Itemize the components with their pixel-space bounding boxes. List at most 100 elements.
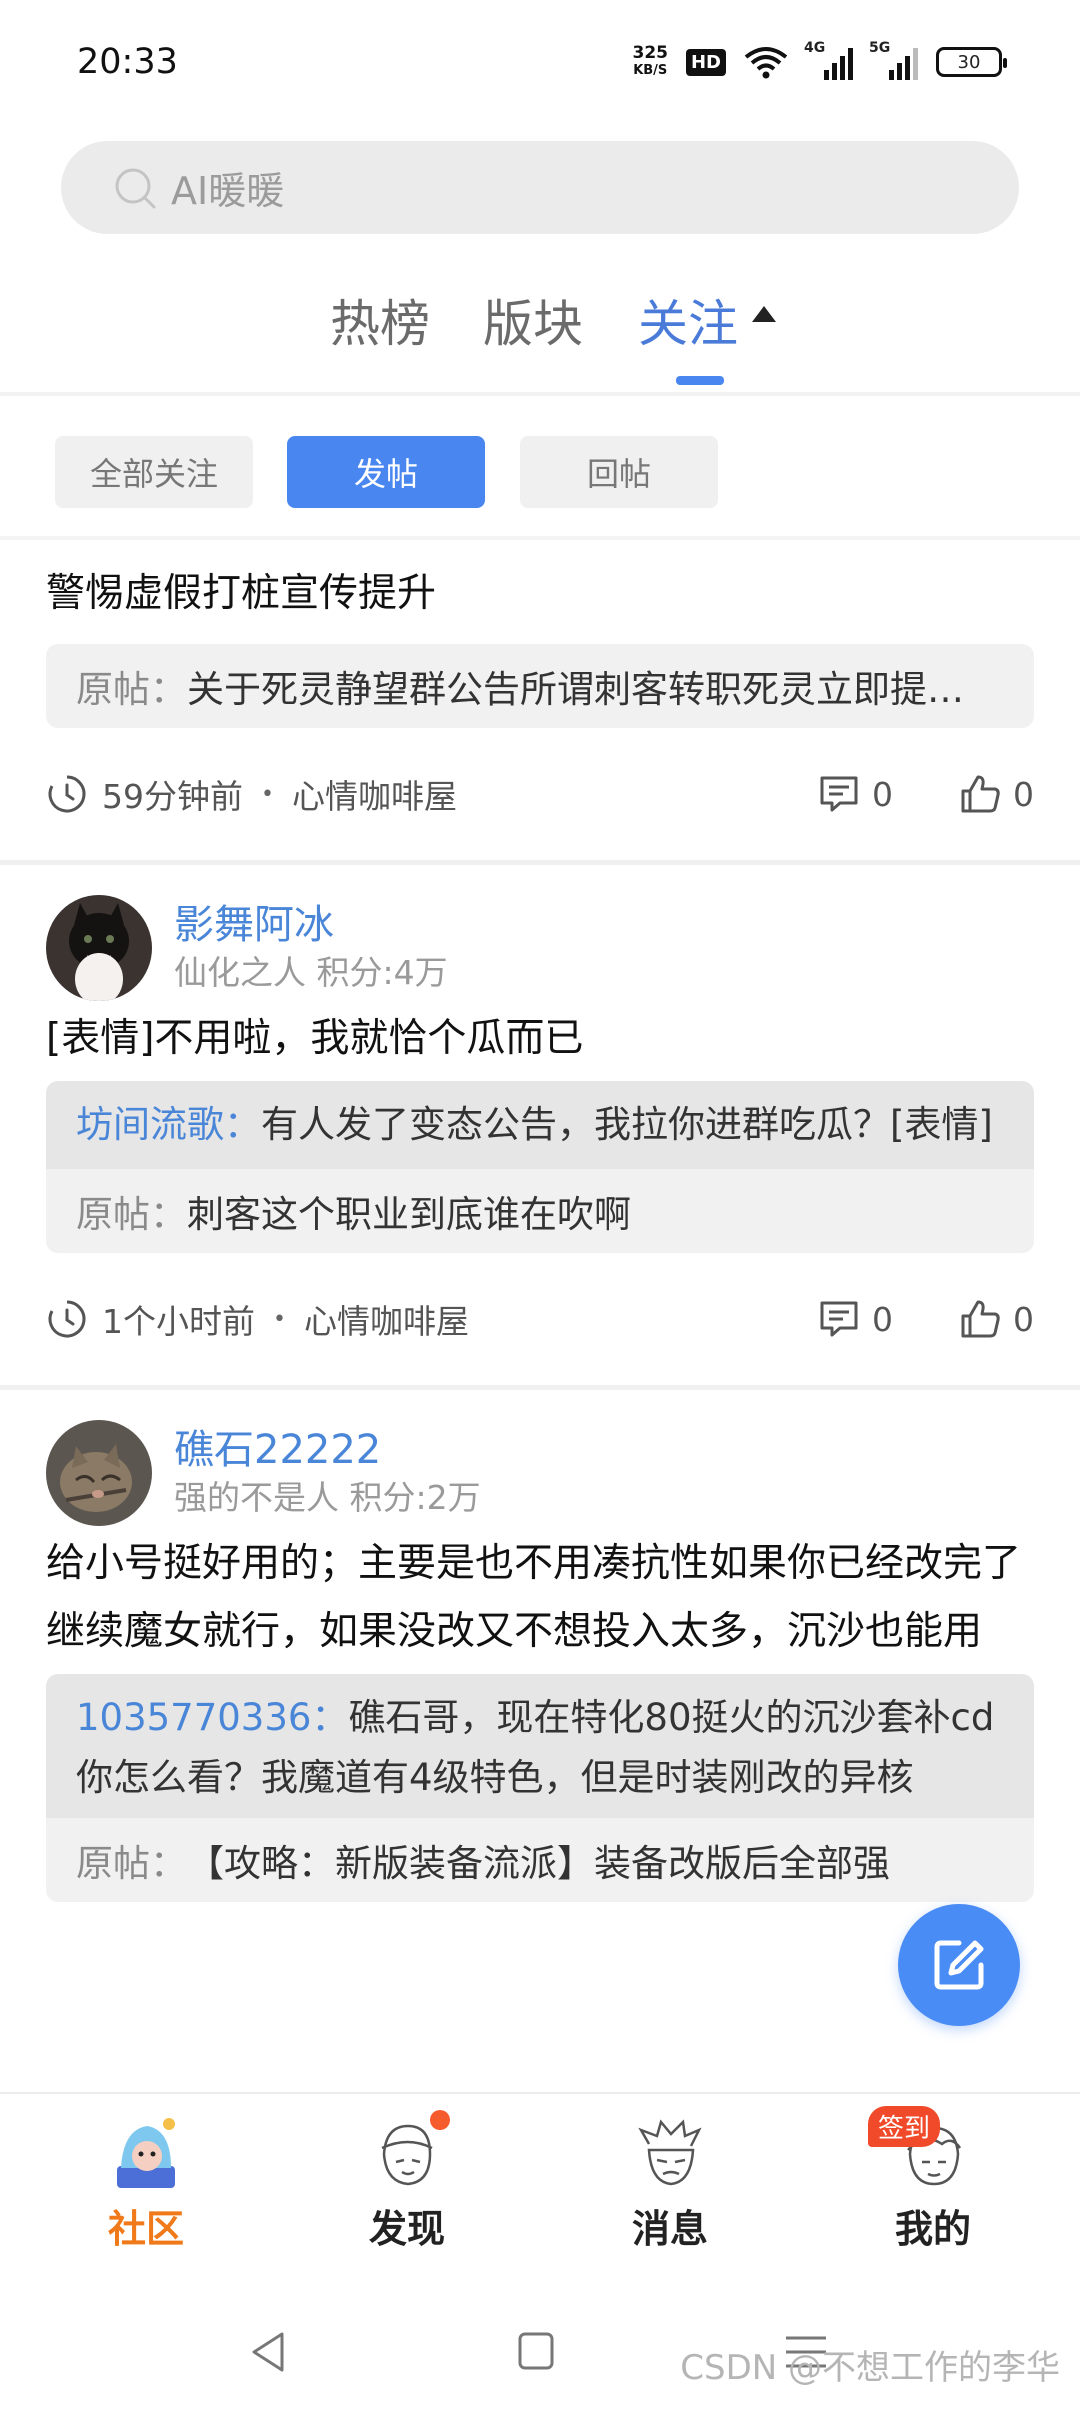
post-time: 1个小时前 [102, 1302, 255, 1341]
original-post-prefix: 原帖： [76, 1193, 187, 1236]
original-post-prefix: 原帖： [76, 668, 187, 711]
original-post-prefix: 原帖： [76, 1842, 187, 1885]
wifi-icon [744, 47, 788, 79]
clock-icon [48, 1300, 86, 1338]
author-info: 影舞阿冰 仙化之人 积分:4万 [174, 900, 448, 996]
original-post-title: 关于死灵静望群公告所谓刺客转职死灵立即提… [187, 668, 964, 711]
comment-count: 0 [872, 774, 893, 814]
system-nav-bar: CSDN @不想工作的李华 [0, 2282, 1080, 2414]
notification-dot [430, 2110, 450, 2130]
feed-post[interactable]: 警惕虚假打桩宣传提升 原帖： 关于死灵静望群公告所谓刺客转职死灵立即提… 59分… [0, 544, 1080, 860]
quoted-reply-author[interactable]: 1035770336： [76, 1696, 348, 1739]
battery-level: 30 [957, 51, 981, 73]
post-text: [表情]不用啦，我就恰个瓜而已 [46, 1016, 584, 1061]
quoted-reply-text: 有人发了变态公告，我拉你进群吃瓜？[表情] [261, 1103, 993, 1146]
like-count: 0 [1013, 774, 1034, 814]
signal-5g-icon: 5G [869, 40, 918, 80]
nav-me[interactable]: 签到 我的 [853, 2106, 1013, 2253]
post-board[interactable]: 心情咖啡屋 [304, 1295, 469, 1343]
author-meta: 仙化之人 积分:4万 [174, 953, 448, 992]
home-icon[interactable] [506, 2322, 566, 2382]
nav-label: 社区 [107, 2207, 184, 2251]
sign-in-badge[interactable]: 签到 [868, 2106, 941, 2147]
original-post-title: 【攻略：新版装备流派】装备改版后全部强 [187, 1842, 890, 1885]
tab-boards[interactable]: 版块 [483, 284, 583, 356]
separator-dot: • [261, 781, 274, 807]
quoted-reply-author[interactable]: 坊间流歌： [76, 1103, 261, 1146]
original-post-title: 刺客这个职业到底谁在吹啊 [187, 1193, 631, 1236]
nav-community[interactable]: 社区 [66, 2114, 226, 2253]
post-meta: 59分钟前 • 心情咖啡屋 0 0 [46, 728, 1034, 860]
compose-button[interactable] [898, 1904, 1020, 2026]
post-actions: 0 0 [818, 728, 1034, 860]
net-speed-unit: KB/S [633, 63, 668, 78]
tab-following[interactable]: 关注 [638, 284, 738, 356]
author-meta: 强的不是人 积分:2万 [174, 1478, 481, 1517]
messages-icon [631, 2114, 709, 2192]
quote-box[interactable]: 原帖： 关于死灵静望群公告所谓刺客转职死灵立即提… [46, 644, 1034, 728]
nav-label: 发现 [368, 2207, 445, 2251]
like-count: 0 [1013, 1299, 1034, 1339]
author-name[interactable]: 礁石22222 [174, 1425, 481, 1475]
filter-posts[interactable]: 发帖 [287, 436, 485, 508]
post-time: 59分钟前 [102, 777, 243, 816]
post-text: 警惕虚假打桩宣传提升 [46, 571, 437, 616]
post-meta: 1个小时前 • 心情咖啡屋 0 0 [46, 1253, 1034, 1385]
community-icon [107, 2114, 185, 2192]
battery-icon: 30 [936, 47, 1007, 77]
separator-dot: • [273, 1306, 286, 1332]
discover-icon [368, 2110, 450, 2192]
quoted-reply[interactable]: 坊间流歌：有人发了变态公告，我拉你进群吃瓜？[表情] [46, 1081, 1034, 1169]
comment-icon[interactable] [818, 1298, 860, 1340]
caret-up-icon[interactable] [752, 306, 776, 322]
feed[interactable]: 警惕虚假打桩宣传提升 原帖： 关于死灵静望群公告所谓刺客转职死灵立即提… 59分… [0, 540, 1080, 2092]
quote-box[interactable]: 坊间流歌：有人发了变态公告，我拉你进群吃瓜？[表情] 原帖： 刺客这个职业到底谁… [46, 1081, 1034, 1253]
post-meta [46, 1902, 1034, 2034]
search-bar[interactable]: AI暖暖 [61, 141, 1019, 234]
feed-post[interactable]: 影舞阿冰 仙化之人 积分:4万 [表情]不用啦，我就恰个瓜而已 坊间流歌：有人发… [0, 865, 1080, 1385]
net-speed-value: 325 [632, 43, 668, 63]
signal-4g-label: 4G [804, 40, 826, 56]
signal-4g-icon: 4G [804, 40, 853, 80]
back-icon[interactable] [240, 2322, 300, 2382]
hd-badge: HD [685, 48, 726, 76]
profile-icon: 签到 [868, 2106, 972, 2192]
thumbs-up-icon[interactable] [959, 1298, 1001, 1340]
filter-replies[interactable]: 回帖 [520, 436, 718, 508]
comment-count: 0 [872, 1299, 893, 1339]
network-speed: 325 KB/S [632, 45, 668, 79]
status-time: 20:33 [77, 42, 178, 82]
post-actions: 0 0 [818, 1253, 1034, 1385]
thumbs-up-icon[interactable] [959, 773, 1001, 815]
post-text: 给小号挺好用的；主要是也不用凑抗性如果你已经改完了继续魔女就行，如果没改又不想投… [46, 1541, 1022, 1654]
quoted-reply[interactable]: 1035770336：礁石哥，现在特化80挺火的沉沙套补cd你怎么看？我魔道有4… [46, 1674, 1034, 1818]
active-tab-indicator [676, 376, 724, 385]
original-post[interactable]: 原帖： 关于死灵静望群公告所谓刺客转职死灵立即提… [46, 644, 1034, 728]
search-icon [115, 168, 156, 208]
search-placeholder: AI暖暖 [171, 169, 285, 213]
author-name[interactable]: 影舞阿冰 [174, 900, 448, 950]
avatar[interactable] [46, 1420, 152, 1526]
filter-all-following[interactable]: 全部关注 [55, 436, 253, 508]
nav-discover[interactable]: 发现 [327, 2110, 487, 2253]
edit-icon [934, 1940, 984, 1990]
status-indicators: 325 KB/S HD 4G 5G 30 [632, 40, 1007, 84]
post-author[interactable]: 影舞阿冰 仙化之人 积分:4万 [46, 865, 1034, 1001]
original-post[interactable]: 原帖： 刺客这个职业到底谁在吹啊 [46, 1169, 1034, 1253]
comment-icon[interactable] [818, 773, 860, 815]
clock-icon [48, 775, 86, 813]
post-author[interactable]: 礁石22222 强的不是人 积分:2万 [46, 1390, 1034, 1526]
author-info: 礁石22222 强的不是人 积分:2万 [174, 1425, 481, 1521]
top-tabs: 热榜 版块 关注 [0, 278, 1080, 388]
tab-hot[interactable]: 热榜 [330, 284, 430, 356]
post-board[interactable]: 心情咖啡屋 [292, 770, 457, 818]
nav-messages[interactable]: 消息 [590, 2114, 750, 2253]
status-bar: 20:33 325 KB/S HD 4G 5G 30 [0, 0, 1080, 128]
nav-label: 消息 [631, 2207, 708, 2251]
avatar[interactable] [46, 895, 152, 1001]
watermark: CSDN @不想工作的李华 [680, 2348, 1060, 2388]
original-post[interactable]: 原帖： 【攻略：新版装备流派】装备改版后全部强 [46, 1818, 1034, 1902]
divider [0, 392, 1080, 396]
nav-label: 我的 [894, 2207, 971, 2251]
quote-box[interactable]: 1035770336：礁石哥，现在特化80挺火的沉沙套补cd你怎么看？我魔道有4… [46, 1674, 1034, 1902]
